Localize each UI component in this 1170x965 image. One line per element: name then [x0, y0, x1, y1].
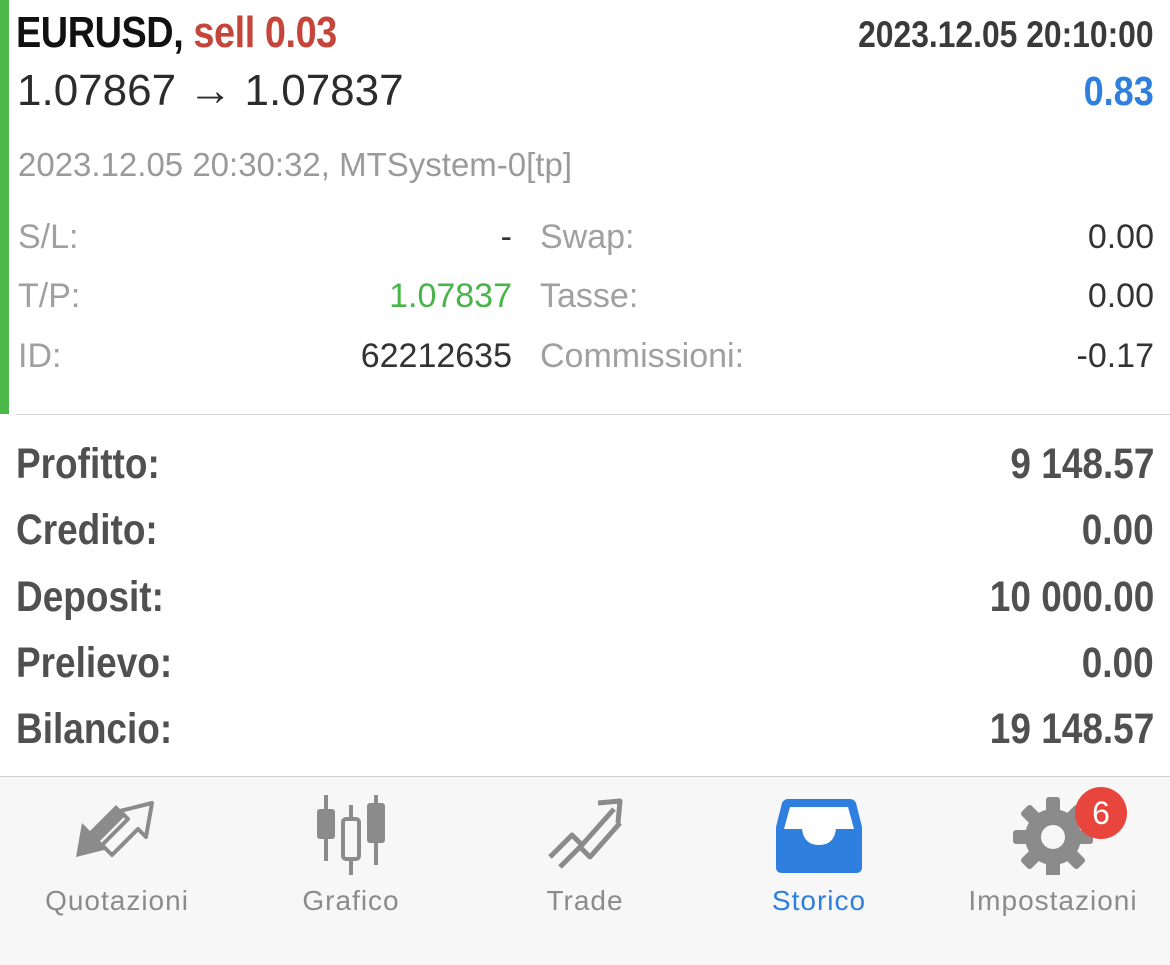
deal-prices-row: 1.07867 → 1.07837 0.83 [17, 66, 1154, 122]
id-value: 62212635 [360, 337, 512, 375]
tab-chart[interactable]: Grafico [234, 777, 468, 937]
deal-open-price: 1.07867 [17, 66, 177, 115]
summary-deposit-value: 10 000.00 [989, 573, 1154, 621]
swap-label: Swap: [540, 218, 635, 256]
commission-label: Commissioni: [540, 337, 745, 375]
deal-open-time: 2023.12.05 20:10:00 [858, 14, 1154, 55]
tab-quotes[interactable]: Quotazioni [0, 777, 234, 937]
summary-withdrawal-value: 0.00 [1082, 639, 1154, 687]
deal-prices: 1.07867 → 1.07837 [17, 66, 404, 116]
sl-label: S/L: [18, 218, 79, 256]
quotes-arrows-icon [76, 801, 154, 857]
tab-settings[interactable]: Impostazioni [936, 777, 1170, 937]
tab-history[interactable]: Storico [702, 777, 936, 937]
tab-settings-label: Impostazioni [968, 885, 1138, 916]
deal-card[interactable]: EURUSD, sell 0.03 2023.12.05 20:10:00 1.… [0, 0, 1170, 414]
deal-close-info: 2023.12.05 20:30:32, MTSystem-0[tp] [18, 146, 572, 183]
tab-trade-label: Trade [546, 885, 624, 916]
sl-value: - [500, 218, 512, 256]
commission-value: -0.17 [1076, 337, 1155, 375]
tab-trade[interactable]: Trade [468, 777, 702, 937]
deal-header: EURUSD, sell 0.03 2023.12.05 20:10:00 [16, 8, 1154, 58]
swap-value: 0.00 [1087, 218, 1154, 256]
summary-balance-value: 19 148.57 [989, 705, 1154, 753]
summary-deposit-label: Deposit: [16, 573, 164, 621]
summary-withdrawal-label: Prelievo: [16, 639, 173, 687]
summary-credit-label: Credito: [16, 506, 158, 554]
deal-divider [16, 414, 1170, 415]
settings-notification-badge: 6 [1075, 787, 1127, 839]
tab-bar: Quotazioni Grafico Trade Storico Imposta… [0, 776, 1170, 965]
summary-profit-label: Profitto: [16, 440, 160, 488]
tab-chart-label: Grafico [302, 885, 400, 916]
tp-value: 1.07837 [389, 277, 512, 315]
candlestick-chart-icon [317, 795, 385, 875]
id-label: ID: [18, 337, 62, 375]
history-screen: EURUSD, sell 0.03 2023.12.05 20:10:00 1.… [0, 0, 1170, 965]
deal-side-volume: sell 0.03 [193, 8, 337, 57]
summary-profit-value: 9 148.57 [1010, 440, 1154, 488]
inbox-tray-icon [776, 799, 862, 873]
taxes-value: 0.00 [1087, 277, 1154, 315]
tab-quotes-label: Quotazioni [45, 885, 189, 916]
deal-status-bar [0, 0, 9, 414]
deal-profit: 0.83 [1083, 68, 1154, 114]
summary-credit-value: 0.00 [1082, 506, 1154, 554]
deal-title: EURUSD, sell 0.03 [16, 8, 337, 58]
deal-close-price: 1.07837 [244, 66, 404, 115]
tab-history-label: Storico [771, 885, 867, 916]
deal-arrow: → [188, 66, 233, 115]
taxes-label: Tasse: [540, 277, 639, 315]
summary-balance-label: Bilancio: [16, 705, 173, 753]
trend-arrow-icon [548, 798, 623, 869]
tp-label: T/P: [18, 277, 81, 315]
deal-symbol: EURUSD, [16, 8, 184, 57]
